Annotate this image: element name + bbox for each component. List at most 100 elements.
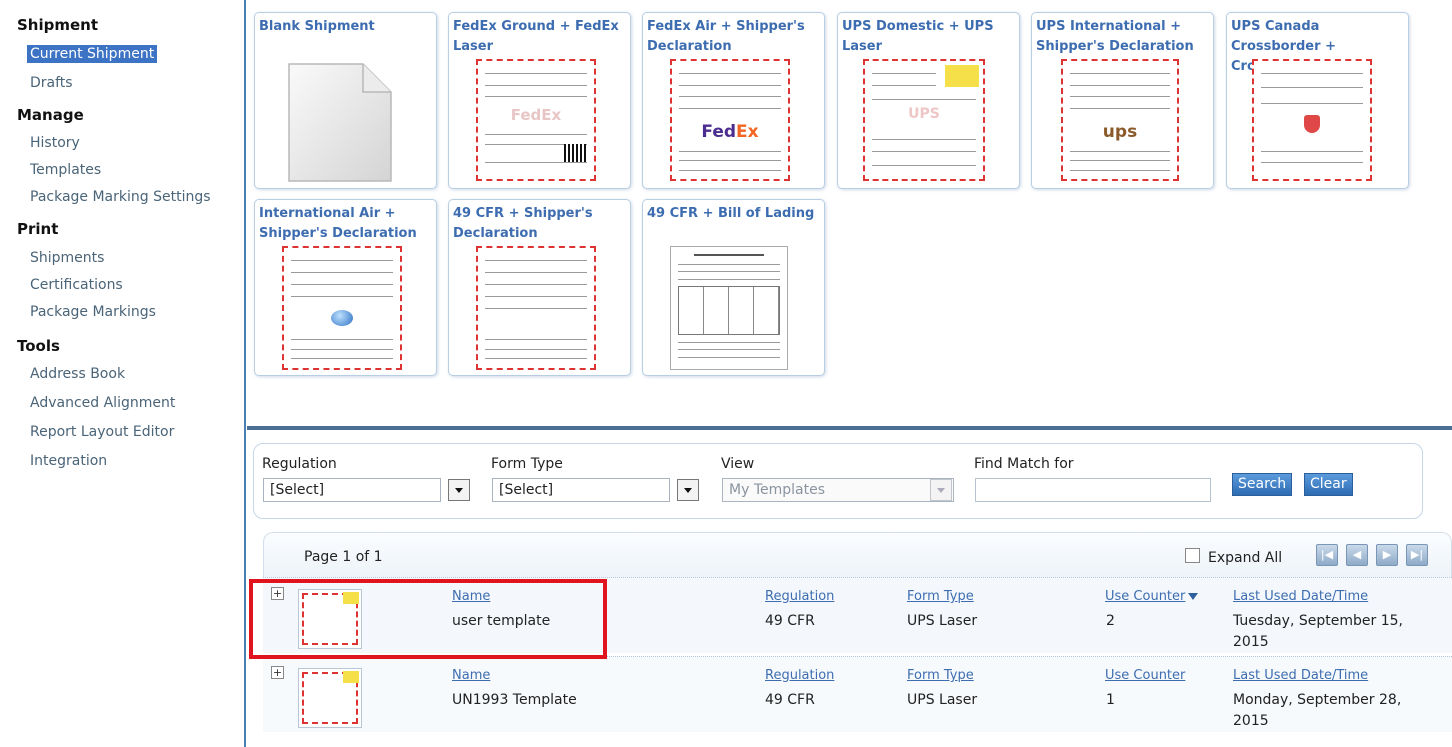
formtype-select[interactable]: [Select] <box>492 478 670 502</box>
last-used-line2: 2015 <box>1233 634 1269 650</box>
template-card-blank-shipment[interactable]: Blank Shipment <box>254 12 437 189</box>
template-thumbnail[interactable] <box>298 589 362 649</box>
template-card-international-air[interactable]: International Air + Shipper's Declaratio… <box>254 199 437 376</box>
formtype-column-header[interactable]: Form Type <box>907 589 974 604</box>
use-counter-value: 2 <box>1106 613 1115 629</box>
search-button[interactable]: Search <box>1232 473 1293 496</box>
sidebar-item-package-marking-settings[interactable]: Package Marking Settings <box>30 189 211 205</box>
table-row: + Name UN1993 Template Regulation 49 CFR… <box>263 656 1452 732</box>
filter-panel: Regulation [Select] Form Type [Select] V… <box>253 443 1423 519</box>
template-title: FedEx Air + Shipper's Declaration <box>647 19 805 54</box>
results-pager-bar: Page 1 of 1 Expand All |◀ ◀ ▶ ▶| <box>263 532 1452 577</box>
sidebar-item-history[interactable]: History <box>30 135 80 151</box>
expand-all-checkbox[interactable] <box>1185 548 1200 563</box>
template-card-49cfr-shippers-declaration[interactable]: 49 CFR + Shipper's Declaration <box>448 199 631 376</box>
formtype-value: UPS Laser <box>907 613 978 629</box>
form-preview: FedEx <box>476 59 596 181</box>
first-page-icon[interactable]: |◀ <box>1316 544 1338 566</box>
sidebar-item-package-markings[interactable]: Package Markings <box>30 304 156 320</box>
regulation-label: Regulation <box>262 456 337 472</box>
formtype-column-header[interactable]: Form Type <box>907 668 974 683</box>
view-select[interactable]: My Templates <box>722 478 954 502</box>
fedex-logo: FedEx <box>510 105 562 124</box>
formtype-value: UPS Laser <box>907 692 978 708</box>
template-card-fedex-ground[interactable]: FedEx Ground + FedEx Laser FedEx <box>448 12 631 189</box>
last-page-icon[interactable]: ▶| <box>1406 544 1428 566</box>
ups-shield-icon <box>1304 115 1320 134</box>
template-title: Blank Shipment <box>259 19 375 34</box>
clear-button[interactable]: Clear <box>1304 473 1353 496</box>
last-used-column-header[interactable]: Last Used Date/Time <box>1233 668 1368 683</box>
form-preview: ups <box>1061 59 1179 181</box>
name-column-header[interactable]: Name <box>452 589 490 604</box>
template-title: International Air + Shipper's Declaratio… <box>259 206 417 241</box>
ups-logo: ups <box>1102 122 1138 143</box>
use-counter-column-header[interactable]: Use Counter <box>1105 668 1185 683</box>
use-counter-column-header[interactable]: Use Counter <box>1105 589 1199 604</box>
section-divider <box>247 426 1452 430</box>
regulation-dropdown-button[interactable] <box>448 479 470 501</box>
regulation-value: 49 CFR <box>765 613 815 629</box>
template-card-ups-international[interactable]: UPS International + Shipper's Declaratio… <box>1031 12 1214 189</box>
sidebar-item-shipments[interactable]: Shipments <box>30 250 104 266</box>
table-row: + Name user template Regulation 49 CFR F… <box>263 577 1452 653</box>
sidebar: Shipment Current Shipment Drafts Manage … <box>0 0 246 747</box>
regulation-column-header[interactable]: Regulation <box>765 589 834 604</box>
formtype-dropdown-button[interactable] <box>677 479 699 501</box>
form-preview: FedEx <box>670 59 790 181</box>
template-title: 49 CFR + Shipper's Declaration <box>453 206 593 241</box>
sidebar-item-templates[interactable]: Templates <box>30 162 101 178</box>
sidebar-item-advanced-alignment[interactable]: Advanced Alignment <box>30 395 175 411</box>
sidebar-item-address-book[interactable]: Address Book <box>30 366 125 382</box>
sidebar-item-report-layout-editor[interactable]: Report Layout Editor <box>30 424 174 440</box>
last-used-column-header[interactable]: Last Used Date/Time <box>1233 589 1368 604</box>
sidebar-item-current-shipment[interactable]: Current Shipment <box>27 45 158 63</box>
sort-descending-icon <box>1188 593 1199 600</box>
template-card-ups-canada[interactable]: UPS Canada Crossborder + Crossborder Las… <box>1226 12 1409 189</box>
barcode-icon <box>564 143 586 162</box>
expand-row-icon[interactable]: + <box>271 666 284 679</box>
view-label: View <box>721 456 755 472</box>
template-title: UPS Domestic + UPS Laser <box>842 19 994 54</box>
regulation-column-header[interactable]: Regulation <box>765 668 834 683</box>
template-thumbnail[interactable] <box>298 668 362 728</box>
use-counter-value: 1 <box>1106 692 1115 708</box>
next-page-icon[interactable]: ▶ <box>1376 544 1398 566</box>
template-name: UN1993 Template <box>452 692 577 708</box>
use-counter-header-label: Use Counter <box>1105 589 1186 604</box>
previous-page-icon[interactable]: ◀ <box>1346 544 1368 566</box>
template-title: FedEx Ground + FedEx Laser <box>453 19 619 54</box>
section-heading-print: Print <box>17 220 59 238</box>
sidebar-item-certifications[interactable]: Certifications <box>30 277 123 293</box>
fedex-logo: FedEx <box>701 122 759 143</box>
last-used-line1: Monday, September 28, <box>1233 692 1402 708</box>
form-preview <box>282 246 402 370</box>
find-match-input[interactable] <box>975 478 1211 502</box>
sidebar-item-integration[interactable]: Integration <box>30 453 107 469</box>
template-title: 49 CFR + Bill of Lading <box>647 206 815 221</box>
form-preview <box>1252 59 1372 181</box>
template-name: user template <box>452 613 551 629</box>
regulation-value: 49 CFR <box>765 692 815 708</box>
template-card-49cfr-bill-of-lading[interactable]: 49 CFR + Bill of Lading <box>642 199 825 376</box>
form-preview: UPS <box>863 59 985 181</box>
expand-row-icon[interactable]: + <box>271 587 284 600</box>
form-preview <box>476 246 596 370</box>
template-title: UPS International + Shipper's Declaratio… <box>1036 19 1194 54</box>
section-heading-manage: Manage <box>17 106 84 124</box>
blank-document-icon <box>288 63 392 182</box>
section-heading-shipment: Shipment <box>17 16 99 34</box>
ups-logo: UPS <box>908 105 940 122</box>
bill-of-lading-preview <box>670 246 788 370</box>
section-heading-tools: Tools <box>17 337 60 355</box>
find-label: Find Match for <box>974 456 1074 472</box>
sidebar-item-drafts[interactable]: Drafts <box>30 75 73 91</box>
last-used-line2: 2015 <box>1233 713 1269 729</box>
regulation-select[interactable]: [Select] <box>263 478 441 502</box>
page-info: Page 1 of 1 <box>304 549 383 565</box>
template-card-ups-domestic[interactable]: UPS Domestic + UPS Laser UPS <box>837 12 1020 189</box>
view-dropdown-button[interactable] <box>930 479 952 501</box>
template-card-fedex-air[interactable]: FedEx Air + Shipper's Declaration FedEx <box>642 12 825 189</box>
name-column-header[interactable]: Name <box>452 668 490 683</box>
expand-all-label: Expand All <box>1208 550 1283 566</box>
